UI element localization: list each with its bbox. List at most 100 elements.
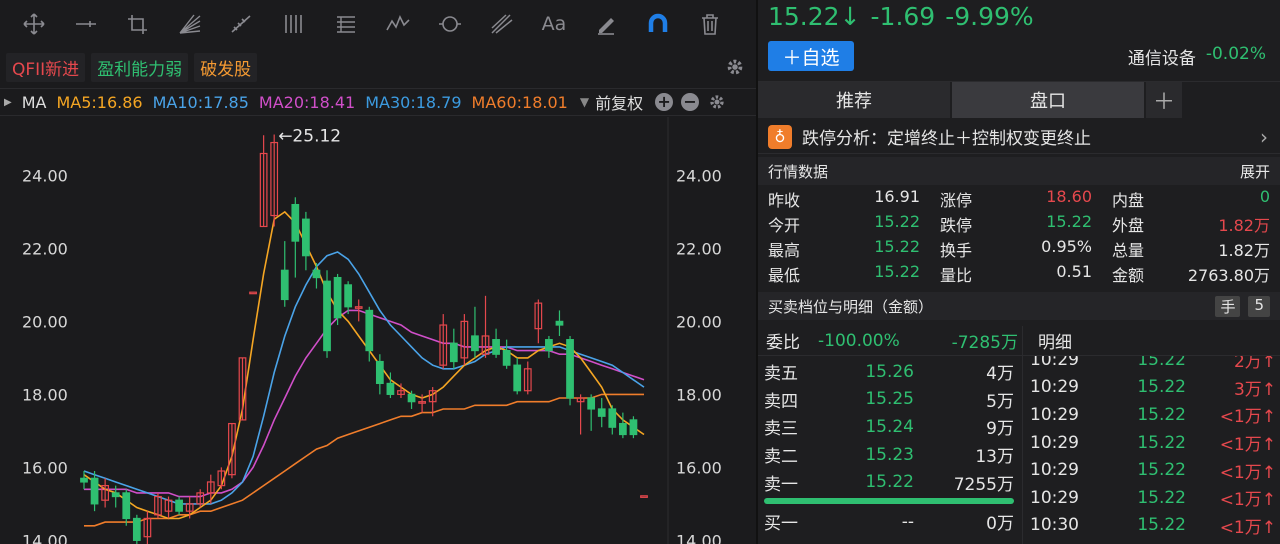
order-book-title: 买卖档位与明细（金额） [768,297,934,316]
candle-body [618,422,627,436]
tab-order-book[interactable]: 盘口 [952,82,1144,118]
tick-price: 15.22 [1137,515,1186,536]
market-key: 涨停 [940,190,973,210]
ma5-line [83,210,645,520]
y-tick-label-right: 14.00 [676,531,722,544]
crop-icon[interactable] [112,6,164,42]
market-value: 0 [1259,186,1270,206]
y-tick-label-right: 20.00 [676,312,722,331]
adjust-mode-label[interactable]: 前复权 [595,90,643,114]
market-key: 量比 [940,265,973,285]
price-change: -1.69 [870,2,936,31]
quote-panel: 15.22↓ -1.69 -9.99% ＋自选 通信设备 -0.02% 推荐 盘… [758,0,1280,544]
market-data-cell: 外盘 1.82万 [1102,212,1280,236]
book-volume: 4万 [986,364,1014,385]
y-tick-label-left: 18.00 [22,385,68,404]
book-divider [1022,326,1023,544]
trade-ticks-list[interactable]: 10:29 15.22 2万↑ 10:29 15.22 3万↑ 10:29 15.22 <1万↑… [1026,356,1280,544]
magnet-icon[interactable] [632,6,684,42]
tab-recommend[interactable]: 推荐 [758,82,950,118]
y-tick-label-left: 24.00 [22,166,68,185]
book-volume: 7255万 [953,474,1014,495]
book-price: 15.24 [865,416,914,437]
text-icon[interactable]: Aa [528,6,580,42]
candle-body [386,382,395,395]
book-level: 买一 [764,514,798,535]
ma30-value: MA30:18.79 [365,92,462,112]
horizontal-line-icon[interactable] [60,6,112,42]
candle-body [344,284,353,308]
tick-row: 10:29 15.22 <1万↑ [1026,429,1280,457]
adjust-dropdown-icon[interactable]: ▼ [580,95,589,109]
wave-icon[interactable] [372,6,424,42]
weibi-amount: -7285万 [951,333,1018,353]
level-count-button[interactable]: 5 [1248,295,1270,317]
ma5-value: MA5:16.86 [56,92,143,112]
y-tick-label-right: 24.00 [676,166,722,185]
ma-indicator-bar: ▶ MA MA5:16.86 MA10:17.85 MA20:18.41 MA3… [0,88,756,116]
market-key: 最高 [768,240,801,260]
chart-panel: Aa QFII新进 盈利能力弱 破发股 ▶ MA MA5:16.86 MA10:… [0,0,756,544]
zoom-out-icon[interactable]: − [681,93,700,111]
limit-down-banner[interactable]: ♁ 跌停分析：定增终止＋控制权变更终止 › [758,120,1280,154]
hand-unit-button[interactable]: 手 [1215,295,1241,317]
sector-info[interactable]: 通信设备 -0.02% [1128,44,1266,69]
candlestick-chart[interactable]: 24.00 24.00 22.00 22.00 20.00 20.00 18.00 18.00… [0,117,756,544]
tab-add[interactable]: ＋ [1146,82,1182,118]
market-data-cell: 最低 15.22 [758,262,930,286]
tick-price: 15.22 [1137,460,1186,481]
market-data-title: 行情数据 [768,162,829,181]
candle-body [90,477,99,505]
crosshair-move-icon[interactable] [8,6,60,42]
market-key: 昨收 [768,190,801,210]
text-lines-icon[interactable] [320,6,372,42]
pitchfork-icon[interactable] [476,6,528,42]
pen-icon[interactable] [580,6,632,42]
tag-weak-profit[interactable]: 盈利能力弱 [91,52,189,82]
max-price-label: ←25.12 [278,127,341,147]
collapse-triangle-icon[interactable]: ▶ [4,97,12,108]
tick-price: 15.22 [1137,487,1186,508]
ask-row[interactable]: 卖四 15.25 5万 [758,386,1020,414]
parallel-lines-icon[interactable] [268,6,320,42]
tick-time: 10:29 [1030,487,1079,508]
tick-time: 10:30 [1030,515,1079,536]
fan-lines-icon[interactable] [164,6,216,42]
add-watchlist-button[interactable]: ＋自选 [768,41,854,71]
last-price: 15.22↓ [768,2,861,31]
market-data-grid: 昨收 16.91 涨停 18.60 内盘 0 今开 15.22 跌停 15.22 外盘 1.82万 最高… [758,186,1280,286]
market-data-row: 最低 15.22 量比 0.51 金额 2763.80万 [758,261,1280,286]
zoom-in-icon[interactable]: + [655,93,674,111]
trash-icon[interactable] [684,6,736,42]
ma-label[interactable]: MA [22,93,47,112]
book-volume: 9万 [986,419,1014,440]
candle-body [502,349,511,366]
market-value: 15.22 [874,261,920,281]
cycle-icon[interactable] [424,6,476,42]
ask-row[interactable]: 卖三 15.24 9万 [758,413,1020,441]
indicator-settings-gear-icon[interactable] [707,92,727,112]
tag-settings-gear-icon[interactable] [724,56,746,78]
tick-price: 15.22 [1137,377,1186,398]
ask-row[interactable]: 卖一 15.22 7255万 [758,468,1020,496]
stock-tags: QFII新进 盈利能力弱 破发股 [0,52,258,82]
book-level: 卖五 [764,364,798,385]
candle-body [312,269,321,279]
ruler-icon[interactable] [216,6,268,42]
candle-body [449,342,458,363]
ma10-line [83,251,645,505]
market-key: 跌停 [940,215,973,235]
tick-price: 15.22 [1137,432,1186,453]
ask-row[interactable]: 卖五 15.26 4万 [758,358,1020,386]
market-data-row: 昨收 16.91 涨停 18.60 内盘 0 [758,186,1280,211]
market-key: 总量 [1112,240,1145,260]
book-price: 15.23 [865,444,914,465]
bid-row[interactable]: 买一 -- 0万 [758,508,1020,536]
expand-button[interactable]: 展开 [1240,161,1270,182]
tag-qfii[interactable]: QFII新进 [6,52,86,82]
market-data-cell: 金额 2763.80万 [1102,262,1280,286]
ask-row[interactable]: 卖二 15.23 13万 [758,441,1020,469]
tag-broken-issue[interactable]: 破发股 [194,52,258,82]
tick-row: 10:29 15.22 2万↑ [1026,356,1280,374]
market-key: 外盘 [1112,215,1145,235]
